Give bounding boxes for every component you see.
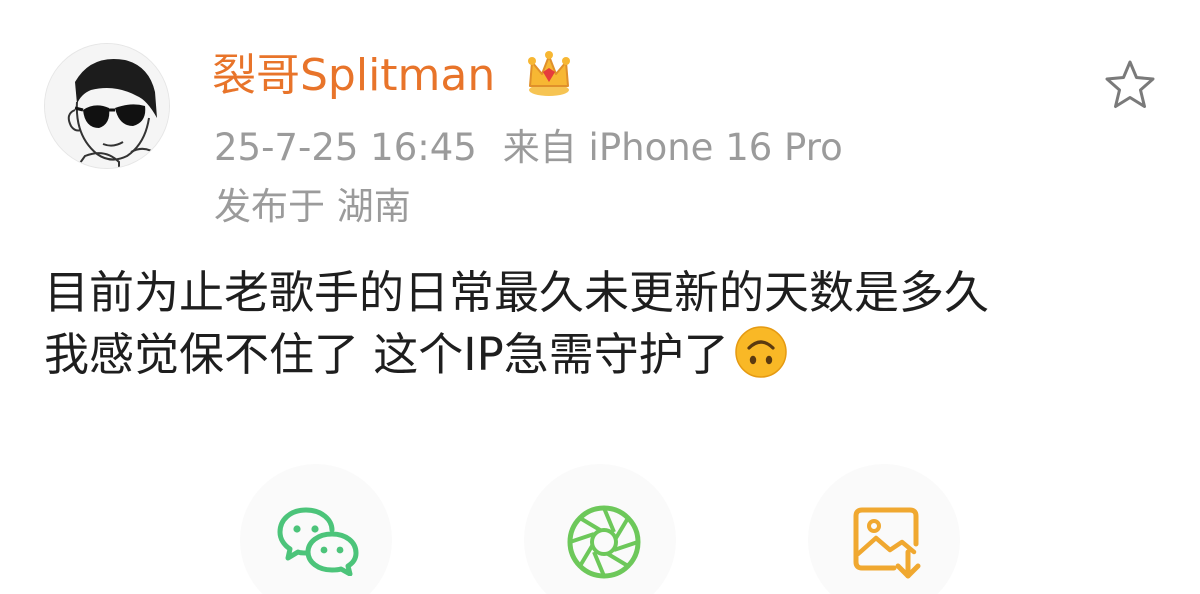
post-text-line-1: 目前为止老歌手的日常最久未更新的天数是多久 bbox=[44, 266, 990, 319]
wechat-icon bbox=[277, 507, 359, 576]
save-image-icon bbox=[853, 507, 921, 579]
post-text-line-2: 我感觉保不住了 这个IP急需守护了 bbox=[44, 328, 729, 381]
share-moments-button[interactable] bbox=[524, 464, 676, 594]
post-card: 裂哥Splitman 25-7-25 16:45 来自 iPhone 16 Pro… bbox=[0, 0, 1200, 594]
post-meta: 25-7-25 16:45 来自 iPhone 16 Pro bbox=[214, 121, 843, 175]
post-text-line-2-wrapper: 我感觉保不住了 这个IP急需守护了 bbox=[44, 324, 989, 386]
avatar[interactable] bbox=[44, 43, 170, 169]
post-location: 发布于 湖南 bbox=[214, 185, 411, 228]
share-wechat-button[interactable] bbox=[240, 464, 392, 594]
post-body: 目前为止老歌手的日常最久未更新的天数是多久 我感觉保不住了 这个IP急需守护了 bbox=[44, 262, 989, 386]
upside-down-face-emoji-icon bbox=[734, 326, 787, 378]
avatar-image bbox=[45, 44, 169, 168]
save-image-button[interactable] bbox=[808, 464, 960, 594]
moments-icon bbox=[567, 505, 641, 579]
post-timestamp: 25-7-25 16:45 bbox=[214, 126, 477, 169]
post-source: 来自 iPhone 16 Pro bbox=[502, 126, 843, 169]
crown-icon bbox=[528, 51, 570, 96]
star-icon[interactable] bbox=[1101, 56, 1159, 114]
username[interactable]: 裂哥Splitman bbox=[212, 48, 495, 104]
